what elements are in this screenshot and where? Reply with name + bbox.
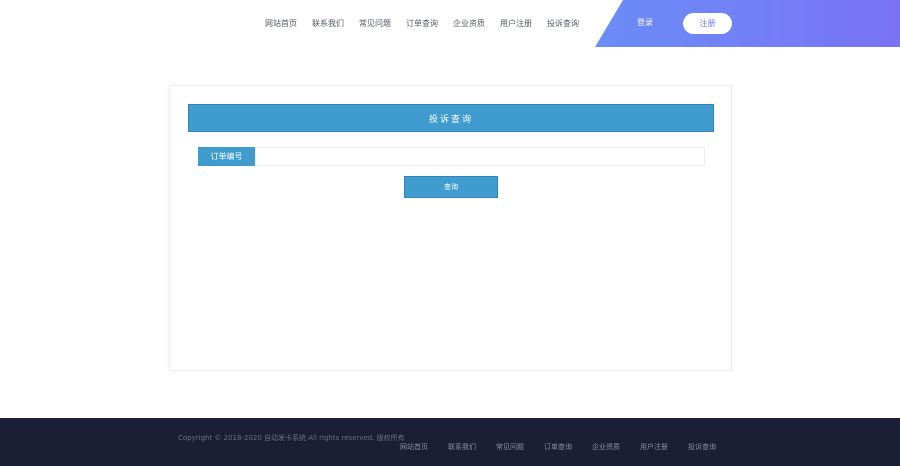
nav-home-link[interactable]: 网站首页	[265, 18, 297, 29]
nav-order-query-link[interactable]: 订单查询	[406, 18, 438, 29]
footer-nav-home-link[interactable]: 网站首页	[400, 442, 428, 452]
footer-nav-faq-link[interactable]: 常见问题	[496, 442, 524, 452]
footer-nav-order-query-link[interactable]: 订单查询	[544, 442, 572, 452]
main-nav: 网站首页 联系我们 常见问题 订单查询 企业资质 用户注册 投诉查询	[265, 0, 594, 47]
nav-faq-link[interactable]: 常见问题	[359, 18, 391, 29]
login-button[interactable]: 登录	[637, 17, 653, 28]
register-button[interactable]: 注册	[683, 13, 732, 34]
footer-nav: 网站首页 联系我们 常见问题 订单查询 企业资质 用户注册 投诉查询	[400, 442, 736, 452]
footer-nav-complaint-query-link[interactable]: 投诉查询	[688, 442, 716, 452]
order-number-label: 订单编号	[198, 147, 255, 166]
order-number-row: 订单编号	[198, 147, 705, 166]
site-footer: Copyright © 2018-2020 自动发卡系统 All rights …	[0, 418, 900, 466]
nav-qualification-link[interactable]: 企业资质	[453, 18, 485, 29]
footer-nav-register-link[interactable]: 用户注册	[640, 442, 668, 452]
footer-nav-contact-link[interactable]: 联系我们	[448, 442, 476, 452]
footer-nav-qualification-link[interactable]: 企业资质	[592, 442, 620, 452]
order-number-input[interactable]	[255, 147, 705, 166]
nav-contact-link[interactable]: 联系我们	[312, 18, 344, 29]
panel-title: 投诉查询	[188, 104, 714, 132]
copyright-text: Copyright © 2018-2020 自动发卡系统 All rights …	[178, 434, 405, 442]
nav-complaint-query-link[interactable]: 投诉查询	[547, 18, 579, 29]
query-button[interactable]: 查询	[404, 176, 498, 198]
nav-register-link[interactable]: 用户注册	[500, 18, 532, 29]
complaint-query-card: 投诉查询 订单编号 查询	[169, 85, 732, 371]
site-header: 网站首页 联系我们 常见问题 订单查询 企业资质 用户注册 投诉查询 登录 注册	[0, 0, 900, 47]
